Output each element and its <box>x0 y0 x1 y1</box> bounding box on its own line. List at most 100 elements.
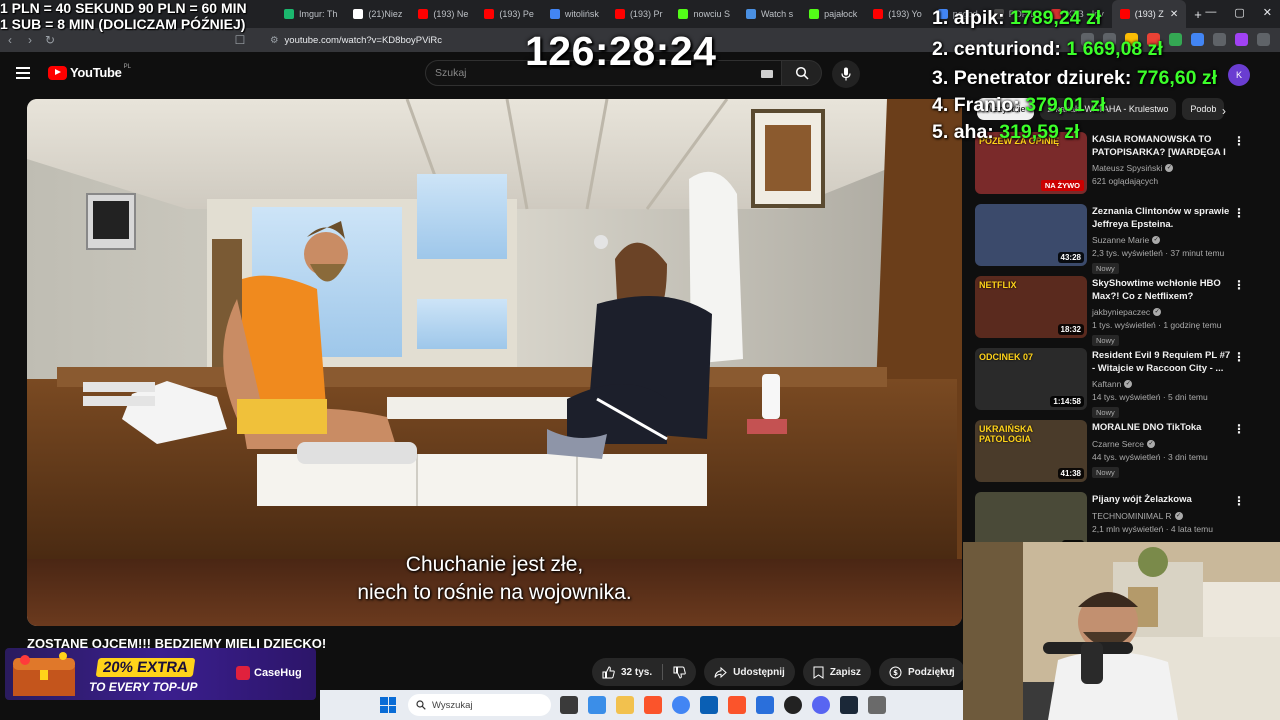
share-label: Udostępnij <box>733 666 785 678</box>
browser-tab[interactable]: nowciu S <box>670 0 738 28</box>
recommendation-item[interactable]: NETFLIX 18:32 SkyShowtime wchłonie HBO Max… <box>975 276 1255 346</box>
forward-icon[interactable]: › <box>20 33 40 47</box>
avatar[interactable]: K <box>1228 64 1250 86</box>
tab-label: pajałock <box>824 9 858 19</box>
taskbar-search[interactable]: Wyszukaj <box>408 694 551 716</box>
tab-label: (21)Niez <box>368 9 403 19</box>
voice-search-button[interactable] <box>832 60 860 88</box>
recommendation-info: KASIA ROMANOWSKA TO PATOPISARKA? [WARDĘG… <box>1092 134 1232 186</box>
browser-tab[interactable]: Imgur: Th <box>276 0 345 28</box>
recommendation-title[interactable]: KASIA ROMANOWSKA TO PATOPISARKA? [WARDĘG… <box>1092 134 1232 159</box>
recommendation-title[interactable]: Pijany wójt Żelazkowa <box>1092 494 1232 507</box>
video-thumbnail[interactable]: UKRAIŃSKA PATOLOGIA 41:38 <box>975 420 1087 482</box>
extension-icon[interactable] <box>1213 33 1226 46</box>
donation-rules: 1 PLN = 40 SEKUND 90 PLN = 60 MIN 1 SUB … <box>0 0 247 32</box>
copilot-icon[interactable] <box>588 696 606 714</box>
channel-name[interactable]: Kaftann ✓ <box>1092 379 1232 389</box>
steam-icon[interactable] <box>840 696 858 714</box>
brave-browser-icon[interactable] <box>728 696 746 714</box>
obs-icon[interactable] <box>784 696 802 714</box>
recommendation-title[interactable]: Resident Evil 9 Requiem PL #7 - Witajcie… <box>1092 350 1232 375</box>
leaderboard-name: alpik: <box>953 7 1005 29</box>
windows-start-icon[interactable] <box>380 697 396 713</box>
video-player[interactable]: Chuchanie jest złe, niech to rośnie na w… <box>27 99 962 626</box>
video-thumbnail[interactable]: NETFLIX 18:32 <box>975 276 1087 338</box>
browser-tab[interactable]: (193) Pr <box>607 0 671 28</box>
verified-icon: ✓ <box>1165 164 1174 172</box>
more-options-icon[interactable]: ⋮ <box>1233 494 1245 508</box>
browser-tab[interactable]: witolińsk <box>542 0 607 28</box>
treasure-chest-icon <box>13 652 75 696</box>
promo-banner[interactable]: 20% EXTRA TO EVERY TOP-UP CaseHug <box>5 648 316 700</box>
recommendation-info: Pijany wójt Żelazkowa TECHNOMINIMAL R ✓ 2,1… <box>1092 494 1232 534</box>
browser-tab[interactable]: pajałock <box>801 0 865 28</box>
more-options-icon[interactable]: ⋮ <box>1233 350 1245 364</box>
browser-tab[interactable]: (21)Niez <box>345 0 410 28</box>
verified-icon: ✓ <box>1146 439 1155 448</box>
tab-label: nowciu S <box>693 9 730 19</box>
reload-icon[interactable]: ↻ <box>40 33 60 47</box>
extension-icon[interactable] <box>1169 33 1182 46</box>
menu-icon[interactable] <box>1257 33 1270 46</box>
recommendation-title[interactable]: Zeznania Clintonów w sprawie Jeffreya Ep… <box>1092 206 1232 231</box>
channel-name[interactable]: jakbyniepaczec ✓ <box>1092 307 1232 317</box>
site-info-icon[interactable]: ⚙ <box>270 35 279 46</box>
leaderboard-amount: 776,60 zł <box>1136 67 1218 89</box>
tab-favicon-icon <box>484 9 495 19</box>
extension-icon[interactable] <box>1191 33 1204 46</box>
discord-icon[interactable] <box>812 696 830 714</box>
recommendation-title[interactable]: SkyShowtime wchłonie HBO Max?! Co z Netf… <box>1092 278 1232 303</box>
more-options-icon[interactable]: ⋮ <box>1233 134 1245 148</box>
channel-name-text: Kaftann <box>1092 379 1122 389</box>
youtube-logo[interactable]: YouTube PL <box>48 64 131 80</box>
recommendation-item[interactable]: ODCINEK 07 1:14:58 Resident Evil 9 Requiem… <box>975 348 1255 418</box>
url-field[interactable]: ⚙ youtube.com/watch?v=KD8boyPViRc <box>270 35 442 46</box>
video-thumbnail[interactable]: 43:28 <box>975 204 1087 266</box>
chevron-right-icon[interactable]: › <box>1222 104 1226 118</box>
chrome-icon[interactable] <box>672 696 690 714</box>
channel-name-text: TECHNOMINIMAL R <box>1092 510 1172 521</box>
bookmark-icon[interactable]: ☐ <box>230 33 250 47</box>
more-options-icon[interactable]: ⋮ <box>1233 422 1245 436</box>
brave-browser-icon[interactable] <box>644 696 662 714</box>
thumbs-down-icon[interactable] <box>673 666 686 679</box>
back-icon[interactable]: ‹ <box>0 33 20 47</box>
calculator-icon[interactable] <box>868 696 886 714</box>
task-view-icon[interactable] <box>560 696 578 714</box>
channel-name[interactable]: TECHNOMINIMAL R ✓ <box>1092 511 1232 521</box>
tab-close-icon[interactable]: ✕ <box>1170 9 1178 20</box>
recommendation-item[interactable]: UKRAIŃSKA PATOLOGIA 41:38 MORALNE DNO TikT… <box>975 420 1255 482</box>
browser-tab[interactable]: (193) Pe <box>476 0 542 28</box>
browser-tab[interactable]: Watch s <box>738 0 801 28</box>
channel-name[interactable]: Mateusz Spysiński ✓ <box>1092 163 1232 173</box>
minimize-icon[interactable]: — <box>1205 6 1216 19</box>
tab-active[interactable]: (193) Z ✕ <box>1111 0 1187 28</box>
recommendation-title[interactable]: MORALNE DNO TikToka <box>1092 422 1232 435</box>
like-button[interactable]: 32 tys. <box>592 658 697 686</box>
channel-name[interactable]: Suzanne Marie ✓ <box>1092 235 1232 245</box>
notepad-icon[interactable] <box>756 696 774 714</box>
close-window-icon[interactable]: ✕ <box>1263 6 1272 19</box>
store-icon[interactable] <box>700 696 718 714</box>
more-options-icon[interactable]: ⋮ <box>1233 206 1245 220</box>
browser-tab[interactable]: (193) Yo <box>865 0 930 28</box>
more-options-icon[interactable]: ⋮ <box>1233 278 1245 292</box>
filter-chip[interactable]: Podob <box>1182 98 1225 120</box>
channel-name-text: Mateusz Spysiński <box>1092 163 1163 173</box>
tab-favicon-icon <box>418 9 429 19</box>
maximize-icon[interactable]: ▢ <box>1234 6 1244 19</box>
recommendation-item[interactable]: 43:28 Zeznania Clintonów w sprawie Jeffre… <box>975 204 1255 274</box>
more-actions-icon[interactable]: ··· <box>940 662 954 678</box>
share-button[interactable]: Udostępnij <box>704 658 795 686</box>
keyboard-icon[interactable] <box>761 70 773 78</box>
menu-icon[interactable] <box>16 67 30 79</box>
browser-tab[interactable]: (193) Ne <box>410 0 476 28</box>
video-thumbnail[interactable]: ODCINEK 07 1:14:58 <box>975 348 1087 410</box>
channel-name[interactable]: Czarne Serce ✓ <box>1092 439 1232 449</box>
channel-name-text: Suzanne Marie <box>1092 235 1150 245</box>
file-explorer-icon[interactable] <box>616 696 634 714</box>
save-button[interactable]: Zapisz <box>802 658 871 686</box>
extension-icon[interactable] <box>1235 33 1248 46</box>
search-button[interactable] <box>782 60 822 86</box>
like-count: 32 tys. <box>621 666 653 678</box>
